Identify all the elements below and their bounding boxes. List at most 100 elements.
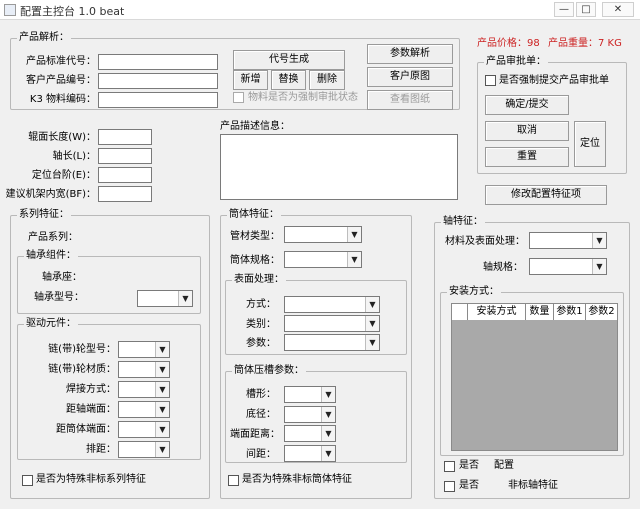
locating-step-input[interactable] <box>98 167 152 183</box>
frame-width-label: 建议机架内宽(BF)： <box>5 189 96 200</box>
tube-end-distance-label: 距筒体端面： <box>56 424 116 435</box>
shaft-end-distance-label: 距轴端面： <box>66 404 116 415</box>
install-grid[interactable]: 安装方式 数量 参数1 参数2 <box>451 303 618 451</box>
end-distance-select[interactable]: ▼ <box>284 425 336 442</box>
maximize-button[interactable]: □ <box>576 2 596 17</box>
series-label: 产品系列： <box>28 232 78 243</box>
weld-method-label: 焊接方式： <box>66 384 116 395</box>
force-submit-checkbox[interactable] <box>485 75 496 86</box>
surface-category-label: 类别： <box>246 319 276 330</box>
customer-code-input[interactable] <box>98 73 218 89</box>
param-parse-button[interactable]: 参数解析 <box>367 44 453 64</box>
app-icon <box>4 4 16 16</box>
close-button[interactable]: ✕ <box>602 2 634 17</box>
locate-button[interactable]: 定位 <box>574 121 606 167</box>
view-drawing-button[interactable]: 查看图纸 <box>367 90 453 110</box>
chevron-down-icon: ▼ <box>321 446 335 461</box>
tube-special-checkbox[interactable] <box>228 475 239 486</box>
chevron-down-icon: ▼ <box>592 233 606 248</box>
delete-button[interactable]: 删除 <box>309 70 345 90</box>
surface-param-label: 参数： <box>246 338 276 349</box>
title-bar: 配置主控台 1.0 beat — □ ✕ <box>0 0 640 20</box>
product-weight: 产品重量：7 KG <box>548 38 622 49</box>
series-title: 系列特征： <box>17 209 71 221</box>
locating-step-label: 定位台阶(E)： <box>31 170 96 181</box>
install-grid-header: 安装方式 数量 参数1 参数2 <box>452 304 617 320</box>
approval-title: 产品审批单： <box>484 56 548 68</box>
chevron-down-icon: ▼ <box>347 252 361 267</box>
add-button[interactable]: 新增 <box>233 70 268 90</box>
force-approval-checkbox[interactable] <box>233 92 244 103</box>
tube-title: 筒体特征： <box>227 209 281 221</box>
customer-drawing-button[interactable]: 客户原图 <box>367 67 453 87</box>
row-pitch-select[interactable]: ▼ <box>118 441 170 458</box>
k3-code-input[interactable] <box>98 92 218 108</box>
column-header[interactable]: 参数2 <box>586 304 617 320</box>
std-code-label: 产品标准代号： <box>26 56 96 67</box>
product-price: 产品价格：98 <box>477 38 540 49</box>
modify-config-button[interactable]: 修改配置特征项 <box>485 185 607 205</box>
material-surface-label: 材料及表面处理： <box>445 236 525 247</box>
reset-button[interactable]: 重置 <box>485 147 569 167</box>
material-surface-select[interactable]: ▼ <box>529 232 607 249</box>
chevron-down-icon: ▼ <box>321 407 335 422</box>
chevron-down-icon: ▼ <box>347 227 361 242</box>
surface-category-select[interactable]: ▼ <box>284 315 380 332</box>
k3-code-label: K3 物料编码： <box>29 94 96 105</box>
shaft-special-label-tail: 非标轴特征 <box>508 480 558 491</box>
description-textarea[interactable] <box>220 134 458 200</box>
bearing-model-select[interactable]: ▼ <box>137 290 193 307</box>
bearing-seat-label: 轴承座： <box>42 272 82 283</box>
chain-material-label: 链(带)轮材质： <box>48 364 116 375</box>
series-special-checkbox[interactable] <box>22 475 33 486</box>
column-header[interactable]: 安装方式 <box>468 304 526 320</box>
confirm-submit-button[interactable]: 确定/提交 <box>485 95 569 115</box>
chevron-down-icon: ▼ <box>155 342 169 357</box>
tube-spec-select[interactable]: ▼ <box>284 251 362 268</box>
description-label: 产品描述信息： <box>220 121 290 132</box>
end-distance-label: 端面距离： <box>230 429 280 440</box>
chain-material-select[interactable]: ▼ <box>118 361 170 378</box>
roller-length-label: 辊面长度(W)： <box>28 132 96 143</box>
material-type-select[interactable]: ▼ <box>284 226 362 243</box>
bottom-diameter-select[interactable]: ▼ <box>284 406 336 423</box>
force-approval-label: 物料是否为强制审批状态 <box>248 92 358 103</box>
install-title: 安装方式： <box>447 286 501 298</box>
groove-spacing-label: 间距： <box>246 449 276 460</box>
shaft-config-checkbox[interactable] <box>444 461 455 472</box>
column-header[interactable]: 数量 <box>526 304 554 320</box>
chevron-down-icon: ▼ <box>365 335 379 350</box>
frame-width-input[interactable] <box>98 186 152 202</box>
weld-method-select[interactable]: ▼ <box>118 381 170 398</box>
shaft-length-input[interactable] <box>98 148 152 164</box>
groove-shape-label: 槽形： <box>246 389 276 400</box>
replace-button[interactable]: 替换 <box>271 70 306 90</box>
surface-param-select[interactable]: ▼ <box>284 334 380 351</box>
minimize-button[interactable]: — <box>554 2 574 17</box>
std-code-input[interactable] <box>98 54 218 70</box>
roller-length-input[interactable] <box>98 129 152 145</box>
chevron-down-icon: ▼ <box>321 426 335 441</box>
shaft-spec-select[interactable]: ▼ <box>529 258 607 275</box>
tube-end-distance-select[interactable]: ▼ <box>118 421 170 438</box>
groove-spacing-select[interactable]: ▼ <box>284 445 336 462</box>
tube-spec-label: 筒体规格： <box>230 255 280 266</box>
chevron-down-icon: ▼ <box>321 387 335 402</box>
chevron-down-icon: ▼ <box>365 316 379 331</box>
chevron-down-icon: ▼ <box>155 402 169 417</box>
cancel-button[interactable]: 取消 <box>485 121 569 141</box>
shaft-title: 轴特征： <box>441 216 485 228</box>
chain-model-select[interactable]: ▼ <box>118 341 170 358</box>
chevron-down-icon: ▼ <box>178 291 192 306</box>
row-pitch-label: 排距： <box>86 444 116 455</box>
shaft-end-distance-select[interactable]: ▼ <box>118 401 170 418</box>
surface-method-select[interactable]: ▼ <box>284 296 380 313</box>
chain-model-label: 链(带)轮型号： <box>48 344 116 355</box>
bearing-title: 轴承组件： <box>24 250 78 262</box>
groove-shape-select[interactable]: ▼ <box>284 386 336 403</box>
generate-code-button[interactable]: 代号生成 <box>233 50 345 70</box>
product-parse-title: 产品解析： <box>17 32 71 44</box>
shaft-spec-label: 轴规格： <box>483 262 523 273</box>
shaft-special-checkbox[interactable] <box>444 481 455 492</box>
column-header[interactable]: 参数1 <box>554 304 586 320</box>
